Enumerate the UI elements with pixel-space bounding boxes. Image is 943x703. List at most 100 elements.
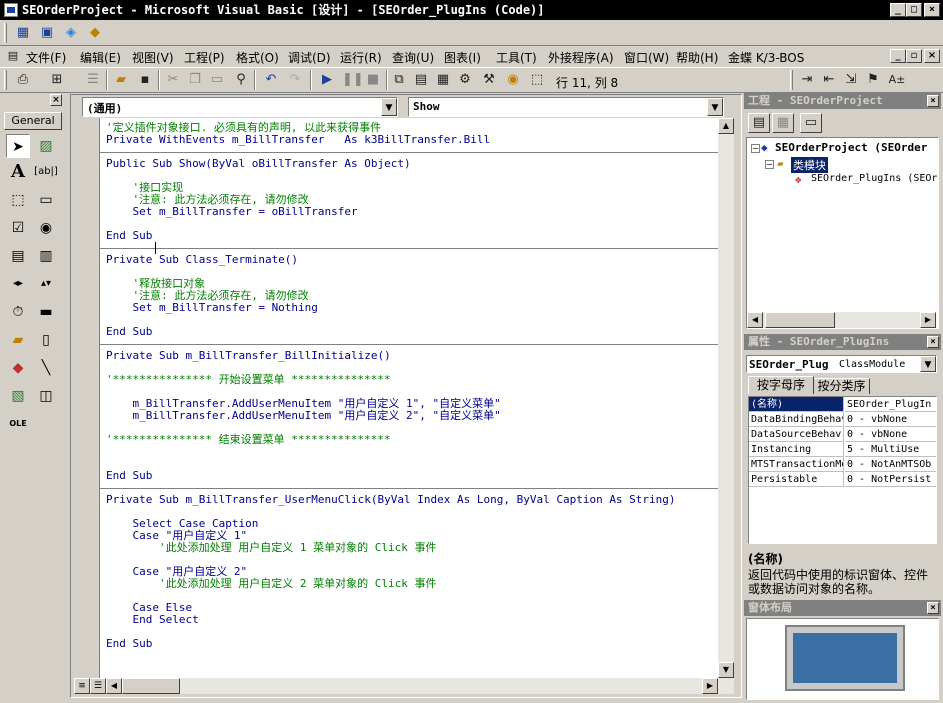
undo-icon[interactable]: ↶ <box>262 71 280 89</box>
save-icon[interactable]: ▪ <box>136 71 154 89</box>
code-line[interactable]: Set m_BillTransfer = oBillTransfer <box>106 206 357 218</box>
code-line[interactable]: End Sub <box>106 470 152 482</box>
shield-icon[interactable]: ◈ <box>62 24 80 42</box>
code-line[interactable]: Private WithEvents m_BillTransfer As k3B… <box>106 134 490 146</box>
project-panel-close-button[interactable]: × <box>927 95 939 107</box>
toolbox-close-button[interactable]: × <box>50 94 62 106</box>
view-object-icon[interactable]: ▦ <box>772 113 794 133</box>
child-minimize-button[interactable]: _ <box>890 49 906 63</box>
form-layout-icon[interactable]: ▦ <box>434 71 452 89</box>
object-browser-icon[interactable]: ⚙ <box>456 71 474 89</box>
data-tool-icon[interactable]: ◫ <box>34 384 58 408</box>
procedure-combo[interactable]: Show ▼ <box>408 97 724 117</box>
add-form-icon[interactable]: ⊞ <box>48 71 66 89</box>
tab-categorized[interactable]: 按分类序 <box>814 378 870 394</box>
child-close-button[interactable]: × <box>924 49 940 63</box>
procedure-view-icon[interactable]: ≡ <box>74 678 90 694</box>
pointer-tool-icon[interactable]: ➤ <box>6 134 30 158</box>
paste-icon[interactable]: ▭ <box>208 71 226 89</box>
menu-help[interactable]: 帮助(H) <box>676 49 718 66</box>
code-line[interactable]: End Sub <box>106 230 152 242</box>
property-name[interactable]: MTSTransactionMo <box>749 457 844 472</box>
bookmark-icon[interactable]: ⚑ <box>864 71 882 89</box>
code-line[interactable]: Private Sub m_BillTransfer_UserMenuClick… <box>106 494 676 506</box>
filelistbox-tool-icon[interactable]: ▯ <box>34 328 58 352</box>
object-selector-combo[interactable]: SEOrder_Plug ClassModule ▼ <box>746 355 937 373</box>
form-icon[interactable]: ▣ <box>38 24 56 42</box>
toggle-breakpoint-icon[interactable]: ⇲ <box>842 71 860 89</box>
maximize-button[interactable]: □ <box>906 3 922 17</box>
commandbutton-tool-icon[interactable]: ▭ <box>34 188 58 212</box>
chevron-down-icon[interactable]: ▼ <box>381 98 397 116</box>
open-icon[interactable]: ▰ <box>112 71 130 89</box>
indent-icon[interactable]: ⇥ <box>798 71 816 89</box>
cut-icon[interactable]: ✂ <box>164 71 182 89</box>
complete-word-icon[interactable]: A± <box>888 71 906 89</box>
drivelistbox-tool-icon[interactable]: ▬ <box>34 300 58 324</box>
project-tree[interactable]: − ◆ SEOrderProject (SEOrder − ▰ 类模块 ❖ SE… <box>746 137 939 329</box>
menu-tools[interactable]: 工具(T) <box>496 49 537 66</box>
hscroll-thumb[interactable] <box>122 678 180 694</box>
property-value[interactable]: 5 - MultiUse <box>845 442 936 457</box>
margin-indicator-bar[interactable] <box>76 118 100 678</box>
hscrollbar-tool-icon[interactable]: ◂▸ <box>6 272 30 296</box>
property-value[interactable]: 0 - NotAnMTSOb <box>845 457 936 472</box>
child-restore-button[interactable]: ▫ <box>906 49 922 63</box>
pause-icon[interactable]: ❚❚ <box>342 71 364 89</box>
menu-debug[interactable]: 调试(D) <box>288 49 331 66</box>
close-button[interactable]: × <box>924 3 940 17</box>
menu-file[interactable]: 文件(F) <box>26 49 66 66</box>
code-line[interactable]: Private Sub m_BillTransfer_BillInitializ… <box>106 350 391 362</box>
menu-diagram[interactable]: 图表(I) <box>444 49 481 66</box>
code-line[interactable]: m_BillTransfer.AddUserMenuItem "用户自定义 2"… <box>106 410 500 422</box>
menu-edit[interactable]: 编辑(E) <box>80 49 121 66</box>
property-value[interactable]: SEOrder_PlugIn <box>845 397 936 412</box>
property-name[interactable]: DataSourceBehav <box>749 427 844 442</box>
toolbox-tab-general[interactable]: General <box>4 112 62 130</box>
addin-icon[interactable]: ◆ <box>86 24 104 42</box>
code-line[interactable]: '*************** 开始设置菜单 *************** <box>106 374 391 386</box>
menu-kingdee[interactable]: 金蝶 K/3-BOS <box>728 49 804 66</box>
code-line[interactable]: End Sub <box>106 326 152 338</box>
property-value[interactable]: 0 - vbNone <box>845 427 936 442</box>
line-tool-icon[interactable]: ╲ <box>34 356 58 380</box>
label-tool-icon[interactable]: A <box>6 160 30 184</box>
code-line[interactable]: End Select <box>106 614 198 626</box>
ole-tool-icon[interactable]: OLE <box>6 412 30 436</box>
scroll-left-icon[interactable]: ◀ <box>106 678 122 694</box>
listbox-tool-icon[interactable]: ▥ <box>34 244 58 268</box>
data-view-icon[interactable]: ◉ <box>504 71 522 89</box>
menu-window[interactable]: 窗口(W) <box>624 49 669 66</box>
view-code-icon[interactable]: ▤ <box>748 113 770 133</box>
menu-format[interactable]: 格式(O) <box>236 49 279 66</box>
textbox-tool-icon[interactable]: [ab|] <box>34 160 58 184</box>
chevron-down-icon[interactable]: ▼ <box>920 356 936 372</box>
property-name[interactable]: Persistable <box>749 472 844 487</box>
code-editor[interactable]: '定义插件对象接口. 必须具有的声明, 以此来获得事件 Private WithE… <box>100 118 718 678</box>
code-line[interactable]: '此处添加处理 用户自定义 2 菜单对象的 Click 事件 <box>106 578 436 590</box>
optionbutton-tool-icon[interactable]: ◉ <box>34 216 58 240</box>
shape-tool-icon[interactable]: ◆ <box>6 356 30 380</box>
chevron-down-icon[interactable]: ▼ <box>707 98 723 116</box>
scroll-down-icon[interactable]: ▼ <box>718 662 734 678</box>
outdent-icon[interactable]: ⇤ <box>820 71 838 89</box>
frame-tool-icon[interactable]: ⬚ <box>6 188 30 212</box>
code-line[interactable]: '此处添加处理 用户自定义 1 菜单对象的 Click 事件 <box>106 542 436 554</box>
tree-class-modules-folder[interactable]: 类模块 <box>791 157 828 173</box>
scroll-right-icon[interactable]: ▶ <box>920 312 936 328</box>
stop-icon[interactable]: ■ <box>364 71 382 89</box>
property-name[interactable]: Instancing <box>749 442 844 457</box>
menu-addins[interactable]: 外接程序(A) <box>548 49 614 66</box>
menu-view[interactable]: 视图(V) <box>132 49 174 66</box>
component-manager-icon[interactable]: ⬚ <box>528 71 546 89</box>
tree-project-root[interactable]: SEOrderProject (SEOrder <box>775 141 927 154</box>
menu-query[interactable]: 查询(U) <box>392 49 434 66</box>
picturebox-tool-icon[interactable]: ▨ <box>34 134 58 158</box>
scroll-up-icon[interactable]: ▲ <box>718 118 734 134</box>
toolbox-icon[interactable]: ⚒ <box>480 71 498 89</box>
run-icon[interactable]: ▶ <box>318 71 336 89</box>
full-module-view-icon[interactable]: ☰ <box>90 678 106 694</box>
vb-project-icon[interactable]: ▦ <box>14 24 32 42</box>
code-hscrollbar[interactable]: ≡ ☰ ◀ ▶ <box>74 678 734 694</box>
form-layout-area[interactable] <box>746 618 939 700</box>
